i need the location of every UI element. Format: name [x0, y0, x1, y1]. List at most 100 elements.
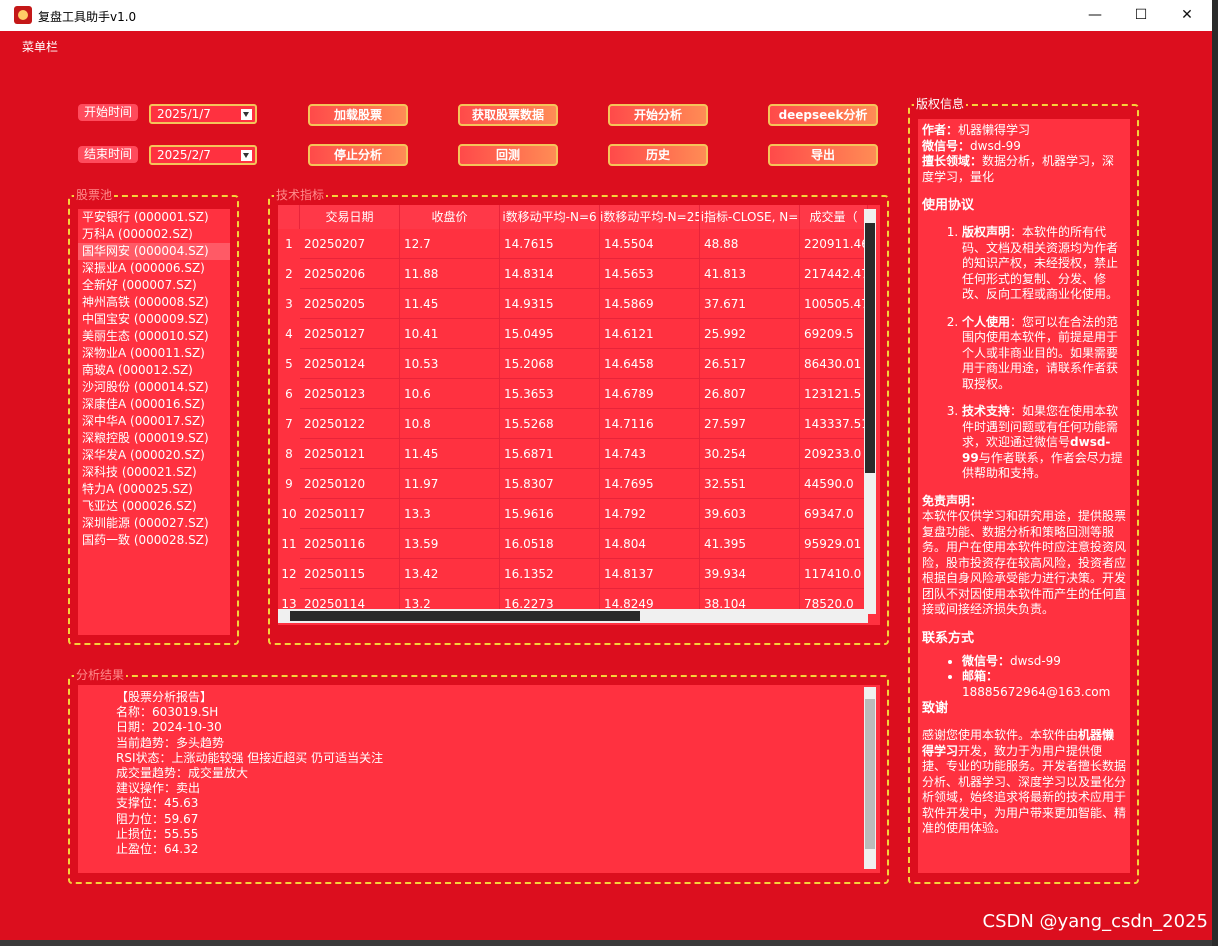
table-cell[interactable]: 20250116 [300, 529, 400, 559]
table-cell[interactable]: 220911.46 [800, 229, 868, 259]
copyright-text[interactable]: 作者：机器懒得学习 微信号：dwsd-99 擅长领域：数据分析，机器学习，深度学… [918, 119, 1130, 873]
list-item[interactable]: 深振业A (000006.SZ) [78, 260, 230, 277]
table-cell[interactable]: 14.7615 [500, 229, 600, 259]
table-row[interactable]: 1 20250207 12.7 14.7615 14.5504 48.88 220911.4… [278, 229, 868, 259]
stop-analysis-button[interactable]: 停止分析 [308, 144, 408, 166]
table-horizontal-scrollbar[interactable] [278, 609, 868, 623]
table-cell[interactable]: 14.7116 [600, 409, 700, 439]
table-row[interactable]: 9 20250120 11.97 15.8307 14.7695 32.551 44590.… [278, 469, 868, 499]
table-cell[interactable]: 14.804 [600, 529, 700, 559]
table-cell[interactable]: 41.813 [700, 259, 800, 289]
table-row[interactable]: 7 20250122 10.8 15.5268 14.7116 27.597 143337.… [278, 409, 868, 439]
table-row[interactable]: 12 20250115 13.42 16.1352 14.8137 39.934 11741… [278, 559, 868, 589]
table-cell[interactable]: 48.88 [700, 229, 800, 259]
chevron-down-icon[interactable] [241, 109, 252, 120]
table-row[interactable]: 4 20250127 10.41 15.0495 14.6121 25.992 69209.… [278, 319, 868, 349]
maximize-icon[interactable]: ☐ [1118, 0, 1164, 31]
table-cell[interactable]: 11.45 [400, 439, 500, 469]
table-cell[interactable]: 12.7 [400, 229, 500, 259]
table-row[interactable]: 8 20250121 11.45 15.6871 14.743 30.254 209233.… [278, 439, 868, 469]
table-cell[interactable]: 10.6 [400, 379, 500, 409]
export-button[interactable]: 导出 [768, 144, 878, 166]
table-cell[interactable]: 86430.01 [800, 349, 868, 379]
table-cell[interactable]: 14.8137 [600, 559, 700, 589]
table-cell[interactable]: 32.551 [700, 469, 800, 499]
table-cell[interactable]: 16.1352 [500, 559, 600, 589]
table-cell[interactable]: 39.603 [700, 499, 800, 529]
list-item[interactable]: 深粮控股 (000019.SZ) [78, 430, 230, 447]
list-item[interactable]: 平安银行 (000001.SZ) [78, 209, 230, 226]
table-cell[interactable]: 15.8307 [500, 469, 600, 499]
list-item[interactable]: 飞亚达 (000026.SZ) [78, 498, 230, 515]
scrollbar-thumb[interactable] [865, 223, 875, 473]
column-header[interactable]: i数移动平均-N=6 [500, 205, 600, 229]
column-header[interactable]: 成交量（ [800, 205, 868, 229]
table-cell[interactable]: 26.807 [700, 379, 800, 409]
table-cell[interactable]: 10.8 [400, 409, 500, 439]
table-cell[interactable]: 20250115 [300, 559, 400, 589]
table-cell[interactable]: 14.6789 [600, 379, 700, 409]
list-item[interactable]: 深物业A (000011.SZ) [78, 345, 230, 362]
table-cell[interactable]: 69347.0 [800, 499, 868, 529]
table-cell[interactable]: 30.254 [700, 439, 800, 469]
list-item[interactable]: 国药一致 (000028.SZ) [78, 532, 230, 549]
table-cell[interactable]: 209233.0 [800, 439, 868, 469]
start-date-input[interactable]: 2025/1/7 [149, 104, 257, 124]
table-cell[interactable]: 15.3653 [500, 379, 600, 409]
table-cell[interactable]: 14.743 [600, 439, 700, 469]
table-cell[interactable]: 20250206 [300, 259, 400, 289]
table-cell[interactable]: 13.59 [400, 529, 500, 559]
table-cell[interactable]: 10.41 [400, 319, 500, 349]
column-header[interactable]: 交易日期 [300, 205, 400, 229]
analysis-result-text[interactable]: 【股票分析报告】 名称：603019.SH 日期：2024-10-30 当前趋势：多头… [78, 685, 880, 873]
table-cell[interactable]: 15.2068 [500, 349, 600, 379]
table-row[interactable]: 3 20250205 11.45 14.9315 14.5869 37.671 100505… [278, 289, 868, 319]
table-cell[interactable]: 26.517 [700, 349, 800, 379]
table-cell[interactable]: 15.5268 [500, 409, 600, 439]
table-cell[interactable]: 14.6121 [600, 319, 700, 349]
table-cell[interactable]: 100505.47 [800, 289, 868, 319]
table-cell[interactable]: 16.0518 [500, 529, 600, 559]
list-item[interactable]: 深中华A (000017.SZ) [78, 413, 230, 430]
table-cell[interactable]: 117410.0 [800, 559, 868, 589]
table-cell[interactable]: 14.8314 [500, 259, 600, 289]
table-cell[interactable]: 41.395 [700, 529, 800, 559]
list-item[interactable]: 特力A (000025.SZ) [78, 481, 230, 498]
table-cell[interactable]: 69209.5 [800, 319, 868, 349]
column-header[interactable]: 收盘价 [400, 205, 500, 229]
table-cell[interactable]: 14.9315 [500, 289, 600, 319]
table-cell[interactable]: 20250120 [300, 469, 400, 499]
list-item[interactable]: 深科技 (000021.SZ) [78, 464, 230, 481]
history-button[interactable]: 历史 [608, 144, 708, 166]
scrollbar-thumb[interactable] [290, 611, 640, 621]
result-vertical-scrollbar[interactable] [864, 687, 876, 869]
table-cell[interactable]: 37.671 [700, 289, 800, 319]
table-cell[interactable]: 14.5653 [600, 259, 700, 289]
table-cell[interactable]: 25.992 [700, 319, 800, 349]
table-cell[interactable]: 14.792 [600, 499, 700, 529]
table-cell[interactable]: 20250207 [300, 229, 400, 259]
table-cell[interactable]: 20250124 [300, 349, 400, 379]
table-cell[interactable]: 14.5504 [600, 229, 700, 259]
table-cell[interactable]: 95929.01 [800, 529, 868, 559]
list-item[interactable]: 神州高铁 (000008.SZ) [78, 294, 230, 311]
column-header[interactable]: i指标-CLOSE, N= [700, 205, 800, 229]
table-cell[interactable]: 13.42 [400, 559, 500, 589]
table-cell[interactable]: 11.45 [400, 289, 500, 319]
list-item[interactable]: 全新好 (000007.SZ) [78, 277, 230, 294]
table-cell[interactable]: 14.5869 [600, 289, 700, 319]
list-item[interactable]: 国华网安 (000004.SZ) [78, 243, 230, 260]
table-cell[interactable]: 27.597 [700, 409, 800, 439]
load-stocks-button[interactable]: 加载股票 [308, 104, 408, 126]
list-item[interactable]: 深康佳A (000016.SZ) [78, 396, 230, 413]
table-cell[interactable]: 11.97 [400, 469, 500, 499]
table-cell[interactable]: 14.6458 [600, 349, 700, 379]
table-cell[interactable]: 20250117 [300, 499, 400, 529]
list-item[interactable]: 万科A (000002.SZ) [78, 226, 230, 243]
list-item[interactable]: 美丽生态 (000010.SZ) [78, 328, 230, 345]
scrollbar-thumb[interactable] [865, 699, 875, 849]
table-cell[interactable]: 15.0495 [500, 319, 600, 349]
table-cell[interactable]: 15.6871 [500, 439, 600, 469]
end-date-input[interactable]: 2025/2/7 [149, 145, 257, 165]
table-row[interactable]: 11 20250116 13.59 16.0518 14.804 41.395 95929.… [278, 529, 868, 559]
